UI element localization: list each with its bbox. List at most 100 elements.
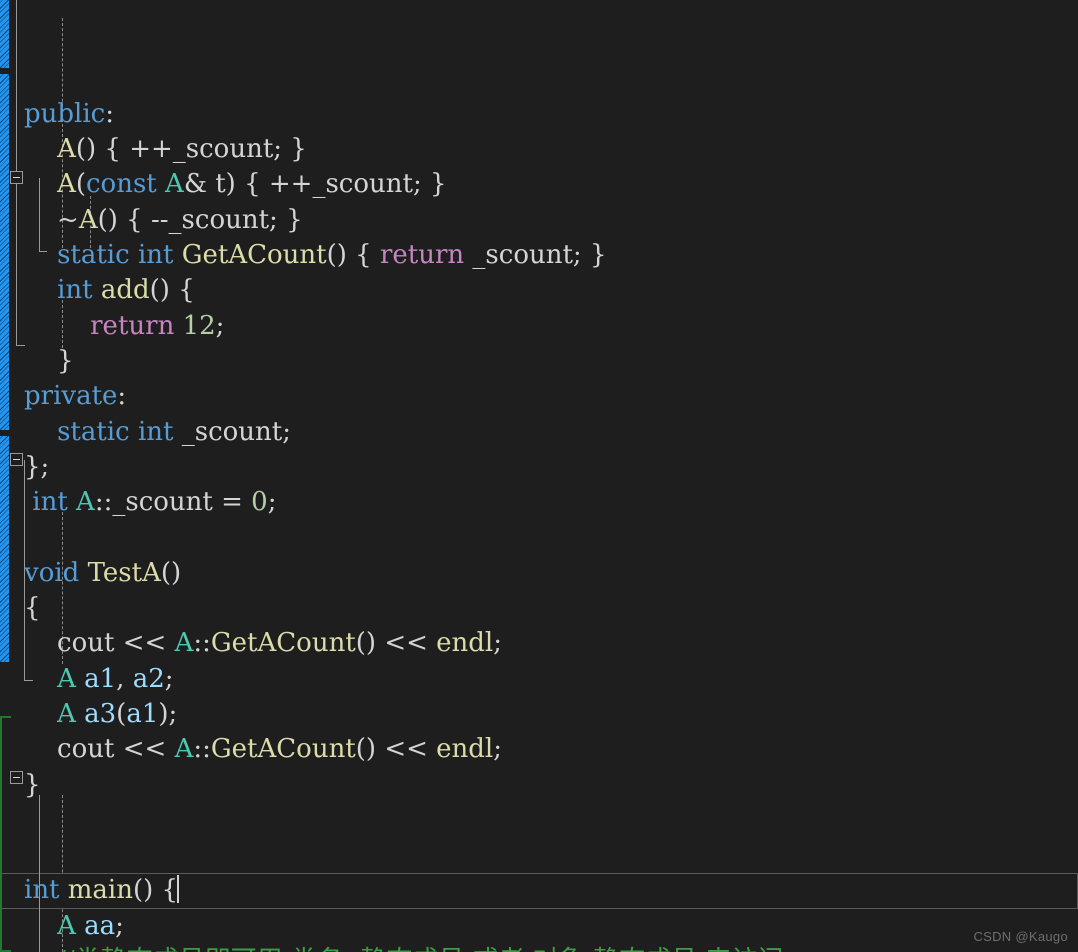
code-token: _scount; (173, 416, 291, 447)
code-token: A (165, 169, 184, 200)
code-line[interactable]: A(const A& t) { ++_scount; } (0, 167, 1078, 202)
code-token: A (57, 698, 76, 729)
code-token: endl (436, 734, 494, 765)
code-line[interactable]: //类静态成员即可用 类名::静态成员 或者 对象.静态成员 来访问 (0, 944, 1078, 952)
code-line[interactable]: } (0, 768, 1078, 803)
code-line[interactable]: int A::_scount = 0; (0, 485, 1078, 520)
code-token: int (137, 240, 174, 271)
collapse-toggle-main-function[interactable] (10, 771, 23, 784)
code-token: ::_scount = (94, 487, 252, 518)
code-token: //类静态成员即可用 类名::静态成员 或者 对象.静态成员 来访问 (57, 946, 783, 952)
code-line[interactable]: cout << A::GetACount() << endl; (0, 626, 1078, 661)
change-bar-unsaved-mid (0, 74, 9, 430)
code-token: a2 (132, 663, 165, 694)
code-line[interactable]: { (0, 591, 1078, 626)
code-line[interactable]: public: (0, 97, 1078, 132)
code-token: int (137, 416, 174, 447)
code-token: add (100, 275, 150, 306)
code-token: GetACount (210, 628, 356, 659)
code-token: A (57, 134, 76, 165)
code-line[interactable]: } (0, 344, 1078, 379)
code-line[interactable]: return 12; (0, 309, 1078, 344)
outline-line-main-body (39, 795, 40, 952)
code-token: GetACount (210, 734, 356, 765)
code-token: 0 (251, 487, 268, 518)
csdn-watermark: CSDN @Kaugo (973, 929, 1068, 944)
outline-end-testa-body (24, 680, 33, 681)
code-token: ; (493, 734, 503, 765)
code-line[interactable] (0, 838, 1078, 873)
code-line[interactable]: private: (0, 379, 1078, 414)
code-token: A (57, 169, 76, 200)
code-token: A (76, 487, 95, 518)
code-token: return (90, 310, 175, 341)
code-token: public (24, 98, 106, 129)
code-token: TestA (87, 557, 161, 588)
code-token: () { ++_scount; } (75, 134, 307, 165)
code-line[interactable]: ~A() { --_scount; } (0, 203, 1078, 238)
code-token: void (24, 557, 80, 588)
outline-end-class-body (16, 345, 25, 346)
code-line-current[interactable]: int main() { (0, 873, 1078, 909)
change-bar-saved (0, 716, 11, 952)
code-token: a1 (126, 698, 159, 729)
code-token: () << (355, 628, 437, 659)
code-line[interactable]: A() { ++_scount; } (0, 132, 1078, 167)
text-cursor (177, 875, 180, 904)
code-token: A (57, 910, 76, 941)
code-line[interactable]: A a3(a1); (0, 697, 1078, 732)
code-token: int (57, 275, 93, 306)
code-line[interactable]: static int _scount; (0, 415, 1078, 450)
code-token: ; (115, 910, 124, 941)
code-token: private (24, 381, 118, 412)
code-line[interactable] (0, 803, 1078, 838)
code-token: ; (493, 628, 503, 659)
change-bar-unsaved-top (0, 0, 9, 68)
code-token: return (379, 240, 465, 271)
code-token: ; (215, 310, 225, 341)
code-token: a3 (84, 698, 117, 729)
code-token: aa (84, 910, 116, 941)
code-token: : (117, 381, 127, 412)
code-line[interactable]: A a1, a2; (0, 662, 1078, 697)
code-token: _scount; } (464, 240, 607, 271)
code-line[interactable]: }; (0, 450, 1078, 485)
code-token: ( (116, 698, 127, 729)
code-token: & t) { ++_scount; } (183, 169, 447, 200)
code-token: ; (164, 663, 174, 694)
code-token: static (57, 416, 130, 447)
code-token: main (67, 875, 133, 906)
code-line[interactable] (0, 520, 1078, 555)
code-token: endl (436, 628, 494, 659)
code-editor[interactable]: public: A() { ++_scount; } A(const A& t)… (0, 0, 1078, 952)
code-line[interactable]: void TestA() (0, 556, 1078, 591)
code-line[interactable]: int add() { (0, 273, 1078, 308)
code-token: ~ (24, 204, 79, 235)
code-line[interactable]: cout << A::GetACount() << endl; (0, 732, 1078, 767)
code-token: int (32, 487, 68, 518)
code-text-area[interactable]: public: A() { ++_scount; } A(const A& t)… (0, 0, 1078, 952)
collapse-toggle-testa-function[interactable] (10, 453, 23, 466)
code-token: A (57, 663, 76, 694)
code-token: () { --_scount; } (97, 204, 303, 235)
code-token: static (57, 240, 130, 271)
code-token: :: (193, 628, 211, 659)
code-token: cout << (24, 628, 175, 659)
collapse-toggle-add-method[interactable] (10, 171, 23, 184)
code-line[interactable]: static int GetACount() { return _scount;… (0, 238, 1078, 273)
code-line[interactable]: A aa; (0, 909, 1078, 944)
